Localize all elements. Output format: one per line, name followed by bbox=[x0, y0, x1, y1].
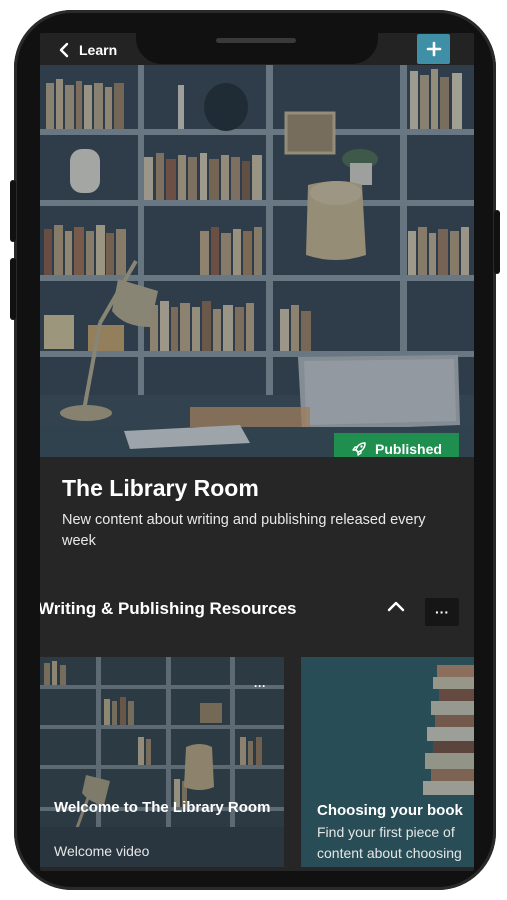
volume-down-button bbox=[10, 258, 16, 320]
speaker-grille bbox=[216, 38, 296, 43]
chevron-up-icon bbox=[387, 601, 405, 612]
course-title: The Library Room bbox=[62, 475, 259, 501]
back-button[interactable]: Learn bbox=[58, 39, 117, 61]
content-card[interactable]: Choosing your book Find your first piece… bbox=[301, 657, 474, 867]
back-label: Learn bbox=[79, 42, 118, 58]
collapse-section-button[interactable] bbox=[385, 595, 407, 617]
card-subtitle: Find your first piece of content about c… bbox=[317, 824, 462, 861]
section-more-button[interactable]: ··· bbox=[425, 598, 459, 626]
card-title: Welcome to The Library Room bbox=[54, 799, 271, 816]
published-label: Published bbox=[375, 441, 442, 457]
chevron-left-icon bbox=[59, 42, 69, 58]
rocket-icon bbox=[352, 442, 366, 456]
section-header bbox=[40, 587, 474, 657]
published-badge: Published bbox=[334, 433, 459, 457]
cover-image: Published bbox=[40, 65, 474, 457]
card-thumbnail-illustration bbox=[40, 657, 284, 867]
more-icon: ··· bbox=[435, 604, 449, 620]
add-button[interactable] bbox=[417, 34, 450, 64]
power-button bbox=[494, 210, 500, 274]
library-shelf-illustration bbox=[40, 65, 474, 457]
course-description: New content about writing and publishing… bbox=[62, 512, 426, 549]
volume-up-button bbox=[10, 180, 16, 242]
plus-icon bbox=[426, 41, 441, 57]
card-subtitle: Welcome video bbox=[54, 843, 150, 859]
section-title: Writing & Publishing Resources bbox=[40, 599, 297, 618]
app-screen: Learn Published The Library Room New con… bbox=[40, 33, 474, 871]
card-more-button[interactable]: ··· bbox=[254, 679, 266, 693]
content-card[interactable]: ··· Welcome to The Library Room Welcome … bbox=[40, 657, 284, 867]
device-notch bbox=[136, 18, 378, 64]
card-title: Choosing your book bbox=[317, 802, 463, 819]
